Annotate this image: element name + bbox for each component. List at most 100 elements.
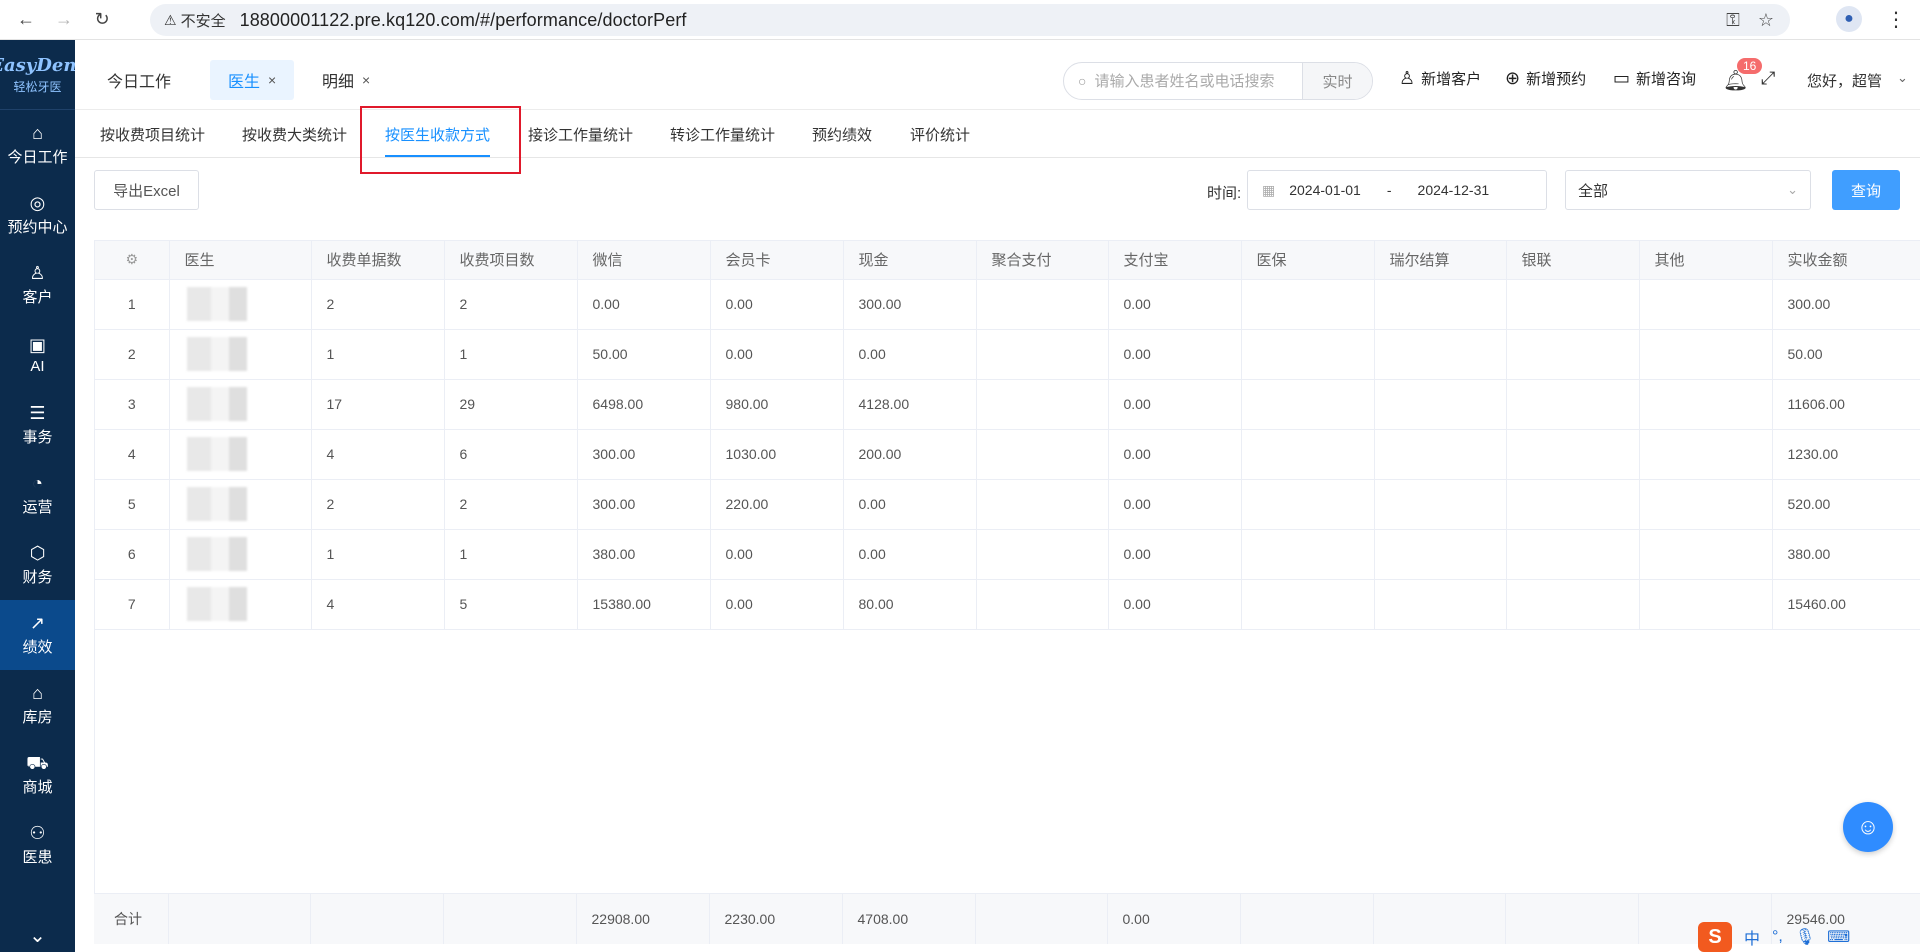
sidebar-item-warehouse[interactable]: ⌂ 库房 [0,670,75,740]
totals-cell: 2230.00 [709,894,843,944]
add-consult-button[interactable]: ▭ 新增咨询 [1613,68,1696,89]
add-customer-button[interactable]: ♙ 新增客户 [1399,68,1481,89]
tab-by-fee-item[interactable]: 按收费项目统计 [100,124,205,145]
column-header: 实收金额 [1772,241,1920,280]
table-cell: 0.00 [843,329,977,380]
ime-lang[interactable]: 中 [1744,925,1760,949]
customer-service-button[interactable]: ☺ [1843,802,1893,852]
search-mode-button[interactable]: 实时 [1302,63,1372,99]
table-row[interactable]: 4 4 6 300.00 1030.00 200.00 0.00 1230.00 [95,429,1920,480]
column-settings[interactable]: ⚙ [95,241,170,280]
microphone-icon[interactable]: 🎙︎ [1795,927,1815,947]
table-cell: 0.00 [1108,529,1242,580]
tab-review-stats[interactable]: 评价统计 [910,124,970,145]
sidebar-item-mall[interactable]: ⛟ 商城 [0,740,75,810]
table-row[interactable]: 6 1 1 380.00 0.00 0.00 0.00 380.00 [95,529,1920,580]
row-index: 3 [95,379,170,430]
cell-value: 5 [127,496,136,512]
table-cell [1241,429,1375,480]
tab-appointment-performance[interactable]: 预约绩效 [812,124,872,145]
table-cell [1506,479,1640,530]
chevron-down-icon[interactable]: ⌄ [0,923,75,948]
query-button[interactable]: 查询 [1832,170,1900,210]
tab-by-fee-category[interactable]: 按收费大类统计 [242,124,347,145]
table-cell [1639,579,1773,630]
keyboard-icon[interactable]: ⌨ [1827,927,1850,947]
cell-value: 1230.00 [1787,446,1839,462]
cell-value: 220.00 [725,496,769,512]
sidebar-item-today[interactable]: ⌂ 今日工作 [0,110,75,180]
column-header: 会员卡 [710,241,844,280]
column-header: 医生 [169,241,312,280]
table-row[interactable]: 3 17 29 6498.00 980.00 4128.00 0.00 11606.00 [95,379,1920,430]
table-cell: 4 [311,579,445,630]
cell-value: 300.00 [592,496,636,512]
table-cell [1374,279,1507,330]
row-index: 7 [95,579,170,630]
cell-value: 0.00 [858,546,886,562]
table-row[interactable]: 1 2 2 0.00 0.00 300.00 0.00 300.00 [95,279,1920,330]
column-header: 医保 [1241,241,1375,280]
patient-search[interactable]: ○ 实时 [1063,62,1373,100]
cell-value: 980.00 [725,396,769,412]
redacted-name [186,487,247,521]
sidebar-item-customer[interactable]: ♙ 客户 [0,250,75,320]
table-cell: 29 [444,379,578,430]
close-icon[interactable]: × [362,72,370,88]
search-input[interactable] [1094,72,1295,90]
chevron-down-icon[interactable]: ⌄ [1897,70,1908,86]
close-icon[interactable]: × [268,72,276,88]
back-icon[interactable]: ← [14,8,38,32]
sidebar-item-operations[interactable]: ◔ 运营 [0,460,75,530]
profile-icon[interactable]: ● [1836,6,1862,32]
sidebar-item-ai[interactable]: ▣ AI [0,320,75,390]
export-excel-button[interactable]: 导出Excel [94,170,199,210]
table-cell [1506,579,1640,630]
table-cell [1374,379,1507,430]
key-icon[interactable]: ⚿ [1726,10,1740,31]
date-start[interactable]: 2024-01-01 [1289,182,1361,198]
tab-today[interactable]: 今日工作 [89,60,189,100]
tab-detail[interactable]: 明细 × [304,60,388,100]
ime-punct[interactable]: °, [1772,928,1783,946]
table-cell: 0.00 [1108,479,1242,530]
tab-doctor[interactable]: 医生 × [210,60,295,100]
table-cell: 1230.00 [1772,429,1920,480]
fullscreen-icon[interactable]: ⤢ [1761,68,1775,89]
tab-visit-workload[interactable]: 接诊工作量统计 [528,124,633,145]
row-index: 1 [95,279,170,330]
table-cell: 6498.00 [577,379,711,430]
table-row[interactable]: 7 4 5 15380.00 0.00 80.00 0.00 15460.00 [95,579,1920,630]
sidebar-item-affairs[interactable]: ☰ 事务 [0,390,75,460]
date-end[interactable]: 2024-12-31 [1418,182,1490,198]
date-separator: - [1386,182,1392,198]
sidebar-item-doctor-patient[interactable]: ⚇ 医患 [0,810,75,880]
ime-logo-icon[interactable]: S [1698,922,1732,952]
address-bar[interactable]: ⚠ 不安全 18800001122.pre.kq120.com/#/perfor… [150,4,1790,36]
tab-referral-workload[interactable]: 转诊工作量统计 [670,124,775,145]
cell-value: 300.00 [592,446,636,462]
table-row[interactable]: 2 1 1 50.00 0.00 0.00 0.00 50.00 [95,329,1920,380]
table-cell: 11606.00 [1772,379,1920,430]
sidebar-item-appointment[interactable]: ◎ 预约中心 [0,180,75,250]
url-text[interactable]: 18800001122.pre.kq120.com/#/performance/… [240,10,687,31]
filter-select[interactable]: 全部 ⌄ [1565,170,1811,210]
star-icon[interactable]: ☆ [1758,10,1774,31]
menu-icon[interactable]: ⋮ [1886,7,1906,32]
cell-value: 0.00 [725,596,753,612]
sidebar-item-finance[interactable]: ⬡ 财务 [0,530,75,600]
cell-value: 1 [326,546,335,562]
trend-icon: ↗ [29,612,46,633]
date-range-picker[interactable]: ▦ 2024-01-01 - 2024-12-31 [1247,170,1547,210]
table-cell: 50.00 [577,329,711,380]
user-greeting[interactable]: 您好，超管 [1807,70,1882,91]
add-appointment-button[interactable]: ⊕ 新增预约 [1505,68,1586,89]
table-cell: 0.00 [710,329,844,380]
sidebar-item-performance[interactable]: ↗ 绩效 [0,600,75,670]
table-row[interactable]: 5 2 2 300.00 220.00 0.00 0.00 520.00 [95,479,1920,530]
gear-icon[interactable]: ⚙ [125,251,138,267]
table-cell [1639,379,1773,430]
forward-icon[interactable]: → [52,8,76,32]
reload-icon[interactable]: ↻ [90,8,114,32]
insecure-indicator[interactable]: ⚠ 不安全 [164,10,226,31]
